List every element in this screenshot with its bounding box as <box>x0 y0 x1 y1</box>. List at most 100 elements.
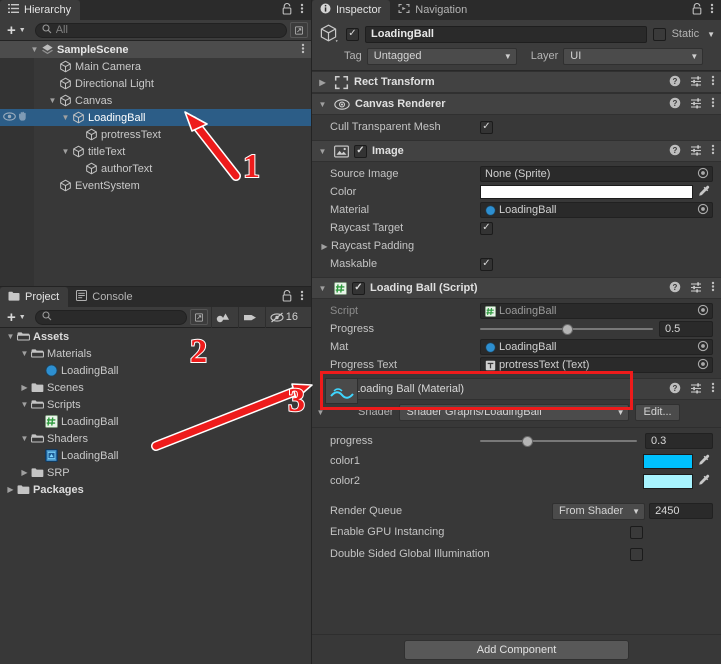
hierarchy-item-canvas[interactable]: ▼ Canvas <box>0 92 311 109</box>
object-reference-field[interactable]: protressText (Text) <box>480 357 713 373</box>
gameobject-enabled-checkbox[interactable]: ✓ <box>346 27 359 41</box>
slider-control[interactable] <box>480 434 637 448</box>
add-component-button[interactable]: Add Component <box>404 639 629 660</box>
project-item-materials[interactable]: ▼ Materials <box>0 345 311 362</box>
hierarchy-tree[interactable]: ▼ SampleScene ▼ Main Camera ▼ Directiona… <box>0 41 311 286</box>
project-item-packages[interactable]: ▶ Packages <box>0 481 311 498</box>
static-checkbox[interactable] <box>652 27 666 41</box>
kebab-menu-icon[interactable] <box>300 2 304 18</box>
chevron-down-icon[interactable]: ▼ <box>316 284 329 293</box>
property-row[interactable]: ▶ Raycast Padding <box>312 237 721 255</box>
tab-project[interactable]: Project <box>0 287 69 307</box>
visibility-toggles[interactable] <box>0 109 34 126</box>
hierarchy-item-directional light[interactable]: ▼ Directional Light <box>0 75 311 92</box>
hierarchy-item-titletext[interactable]: ▼ titleText <box>0 143 311 160</box>
hierarchy-item-loadingball[interactable]: ▼ LoadingBall <box>0 109 311 126</box>
eyedropper-icon[interactable] <box>695 185 713 200</box>
static-dropdown-caret-icon[interactable]: ▼ <box>705 30 715 39</box>
radio-picker-icon[interactable] <box>696 340 710 355</box>
radio-picker-icon[interactable] <box>696 167 710 182</box>
project-expand-window-button[interactable] <box>189 309 208 325</box>
slider-track-area[interactable] <box>480 434 637 448</box>
create-asset-button[interactable]: + ▼ <box>3 309 30 325</box>
color-swatch[interactable] <box>480 185 693 199</box>
chevron-down-icon[interactable]: ▼ <box>316 147 329 156</box>
property-checkbox[interactable]: ✓ <box>480 221 493 235</box>
kebab-menu-icon[interactable] <box>711 381 715 397</box>
hidden-packages-button[interactable]: 16 <box>264 306 302 328</box>
kebab-menu-icon[interactable] <box>711 96 715 112</box>
chevron-down-icon[interactable]: ▼ <box>316 100 329 109</box>
help-icon[interactable]: ? <box>669 97 681 112</box>
render-queue-value-field[interactable]: 2450 <box>649 503 713 519</box>
hierarchy-item-eventsystem[interactable]: ▼ EventSystem <box>0 177 311 194</box>
tab-console[interactable]: Console <box>68 287 141 307</box>
project-item-scenes[interactable]: ▶ Scenes <box>0 379 311 396</box>
kebab-menu-icon[interactable] <box>301 42 311 58</box>
slider-knob[interactable] <box>522 435 534 447</box>
hierarchy-search-field[interactable] <box>34 22 287 38</box>
create-gameobject-button[interactable]: + ▼ <box>3 22 30 38</box>
object-reference-field[interactable]: LoadingBall <box>480 339 713 355</box>
kebab-menu-icon[interactable] <box>300 289 304 305</box>
hierarchy-item-authortext[interactable]: ▼ authorText <box>0 160 311 177</box>
chevron-right-icon[interactable]: ▶ <box>18 383 31 392</box>
filter-by-label-button[interactable] <box>237 306 262 328</box>
preset-icon[interactable] <box>690 281 702 296</box>
hierarchy-expand-window-button[interactable] <box>290 22 308 38</box>
project-item-srp[interactable]: ▶ SRP <box>0 464 311 481</box>
project-item-loadingball[interactable]: LoadingBall <box>0 447 311 464</box>
chevron-right-icon[interactable]: ▶ <box>316 78 329 87</box>
component-header-image[interactable]: ▼ ✓ Image ? <box>312 140 721 162</box>
project-item-loadingball[interactable]: LoadingBall <box>0 362 311 379</box>
hierarchy-search-input[interactable] <box>55 24 282 36</box>
preset-icon[interactable] <box>690 97 702 112</box>
chevron-down-icon[interactable]: ▼ <box>18 400 31 409</box>
chevron-right-icon[interactable]: ▶ <box>4 485 17 494</box>
project-item-shaders[interactable]: ▼ Shaders <box>0 430 311 447</box>
preset-icon[interactable] <box>690 382 702 397</box>
project-search-input[interactable] <box>55 311 198 323</box>
eyedropper-icon[interactable] <box>695 454 713 469</box>
project-search-field[interactable] <box>34 309 198 325</box>
project-tree[interactable]: ▼ Assets ▼ Materials LoadingBall ▶ Scene… <box>0 328 311 664</box>
project-item-loadingball[interactable]: LoadingBall <box>0 413 311 430</box>
component-enabled-checkbox[interactable]: ✓ <box>352 281 365 295</box>
lock-icon[interactable] <box>692 2 702 18</box>
double-sided-gi-checkbox[interactable] <box>630 547 643 561</box>
slider-knob[interactable] <box>561 323 573 335</box>
tab-inspector[interactable]: Inspector <box>312 0 391 20</box>
radio-picker-icon[interactable] <box>696 203 710 218</box>
slider-control[interactable] <box>480 322 653 336</box>
chevron-down-icon[interactable]: ▼ <box>18 434 31 443</box>
kebab-menu-icon[interactable] <box>711 143 715 159</box>
kebab-menu-icon[interactable] <box>711 280 715 296</box>
object-reference-field[interactable]: LoadingBall <box>480 303 713 319</box>
hierarchy-item-protresstext[interactable]: ▼ protressText <box>0 126 311 143</box>
tag-dropdown[interactable]: Untagged ▼ <box>366 47 517 65</box>
radio-picker-icon[interactable] <box>696 304 710 319</box>
preset-icon[interactable] <box>690 75 702 90</box>
gpu-instancing-checkbox[interactable] <box>630 525 643 539</box>
preset-icon[interactable] <box>690 144 702 159</box>
gameobject-name-field[interactable]: LoadingBall <box>365 25 647 43</box>
hand-icon[interactable] <box>18 111 29 125</box>
slider-value-field[interactable]: 0.5 <box>659 321 713 337</box>
chevron-down-icon[interactable]: ▼ <box>59 147 72 156</box>
chevron-right-icon[interactable]: ▶ <box>318 242 331 251</box>
property-checkbox[interactable]: ✓ <box>480 120 493 134</box>
color-swatch[interactable] <box>643 453 693 469</box>
project-item-assets[interactable]: ▼ Assets <box>0 328 311 345</box>
project-item-scripts[interactable]: ▼ Scripts <box>0 396 311 413</box>
help-icon[interactable]: ? <box>669 281 681 296</box>
component-header-loading-ball-script[interactable]: ▼ ✓ Loading Ball (Script) ? <box>312 277 721 299</box>
kebab-menu-icon[interactable] <box>711 74 715 90</box>
color-swatch[interactable] <box>643 473 693 489</box>
property-checkbox[interactable]: ✓ <box>480 257 493 271</box>
shader-dropdown[interactable]: Shader Graphs/LoadingBall ▼ <box>399 403 630 421</box>
chevron-down-icon[interactable]: ▼ <box>46 96 59 105</box>
chevron-down-icon[interactable]: ▼ <box>4 332 17 341</box>
lock-icon[interactable] <box>282 2 292 18</box>
slider-value-field[interactable]: 0.3 <box>645 433 713 449</box>
component-enabled-checkbox[interactable]: ✓ <box>354 144 367 158</box>
